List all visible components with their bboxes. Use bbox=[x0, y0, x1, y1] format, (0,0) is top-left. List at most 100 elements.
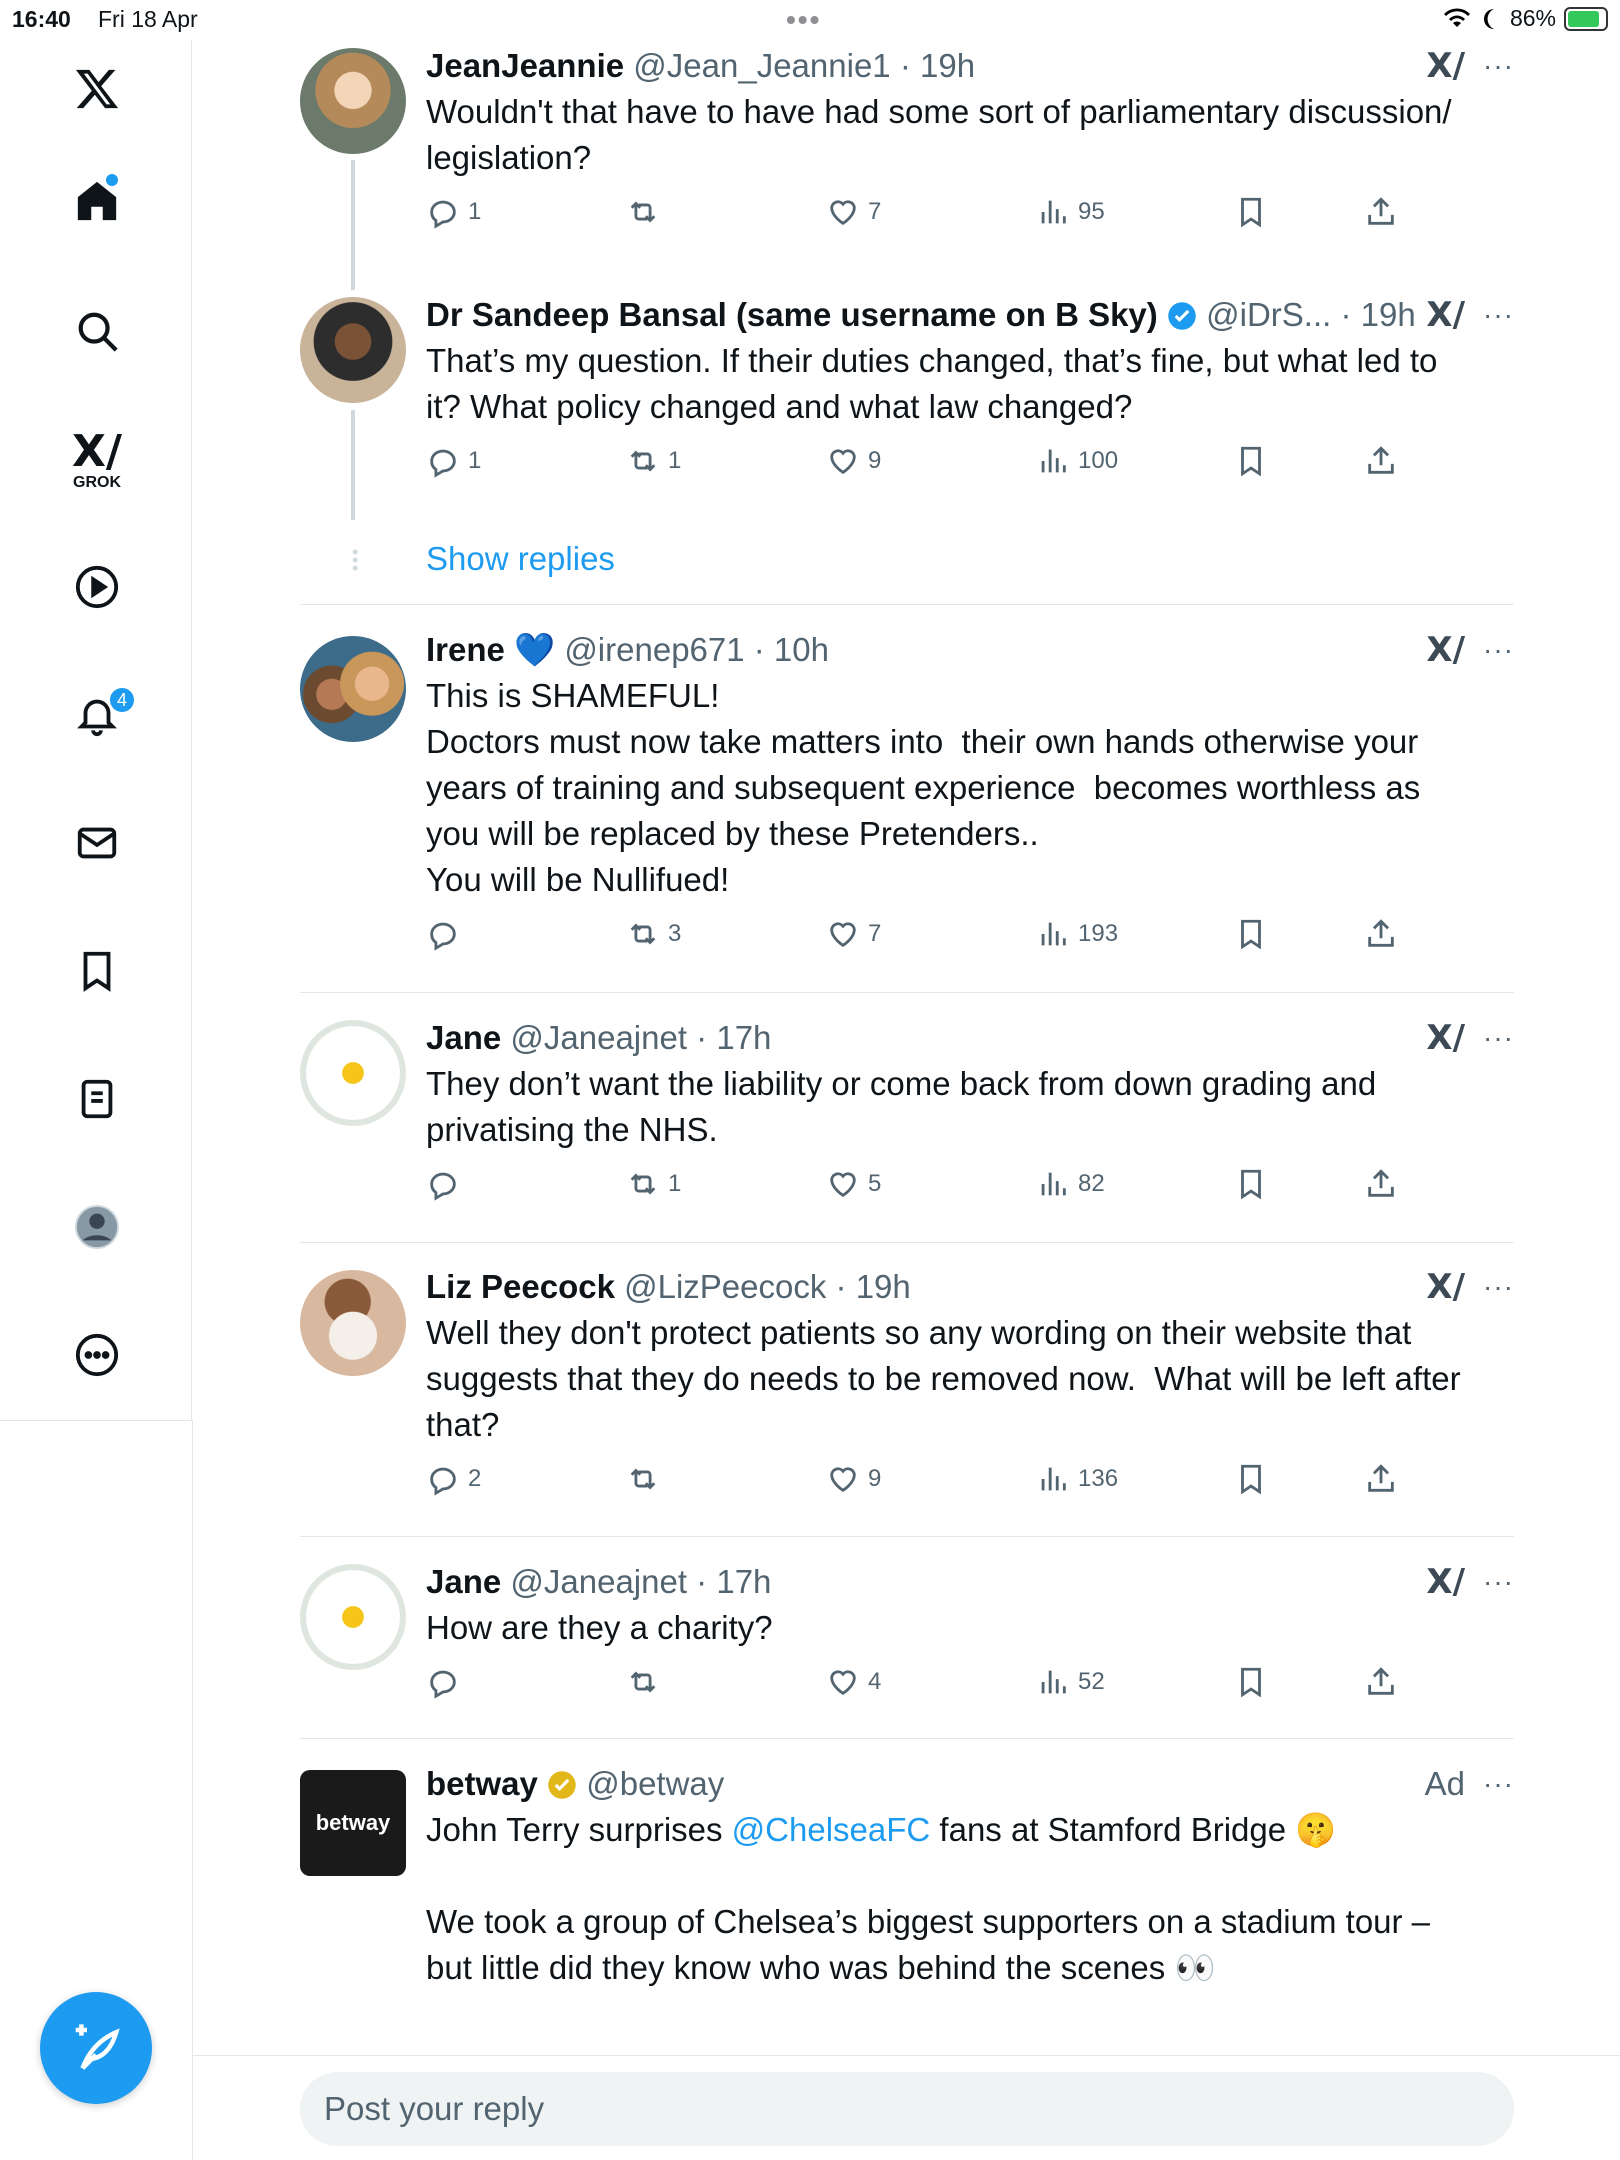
bookmark-button[interactable] bbox=[1234, 1462, 1268, 1496]
grok-icon[interactable]: X/ bbox=[1426, 1018, 1465, 1058]
repost-button[interactable]: 1 bbox=[626, 1167, 681, 1201]
views-button[interactable]: 52 bbox=[1036, 1665, 1105, 1699]
author-meta[interactable]: @LizPeecock · 19h bbox=[624, 1268, 911, 1305]
more-options-icon[interactable] bbox=[72, 1330, 122, 1380]
like-button[interactable]: 4 bbox=[826, 1665, 881, 1699]
share-button[interactable] bbox=[1364, 1665, 1398, 1699]
avatar[interactable] bbox=[300, 1564, 406, 1670]
messages-icon[interactable] bbox=[72, 818, 122, 868]
ad-avatar[interactable]: betway bbox=[300, 1770, 406, 1876]
grok-icon[interactable]: X/ bbox=[1426, 1267, 1465, 1307]
share-button[interactable] bbox=[1364, 444, 1398, 478]
author-meta[interactable]: @Janeajnet · 17h bbox=[510, 1563, 771, 1600]
repost-button[interactable]: 1 bbox=[626, 444, 681, 478]
lists-icon[interactable] bbox=[72, 1074, 122, 1124]
bookmark-button[interactable] bbox=[1234, 1665, 1268, 1699]
home-unread-dot bbox=[106, 174, 118, 186]
repost-button[interactable] bbox=[626, 1665, 668, 1699]
more-icon[interactable]: ··· bbox=[1483, 46, 1514, 86]
grok-nav[interactable]: X/ GROK bbox=[72, 426, 122, 496]
more-icon[interactable]: ··· bbox=[1483, 630, 1514, 670]
bookmark-button[interactable] bbox=[1234, 195, 1268, 229]
status-right: 86% bbox=[1442, 5, 1608, 32]
heart-icon bbox=[830, 449, 856, 475]
reply-button[interactable] bbox=[426, 917, 468, 951]
share-icon bbox=[1368, 1464, 1394, 1492]
thread-line bbox=[351, 410, 355, 520]
author-name[interactable]: Liz Peecock bbox=[426, 1268, 615, 1305]
more-icon[interactable]: ··· bbox=[1483, 295, 1514, 335]
bookmark-button[interactable] bbox=[1234, 917, 1268, 951]
ad-author-handle[interactable]: @betway bbox=[586, 1765, 724, 1802]
more-icon[interactable]: ··· bbox=[1483, 1562, 1514, 1602]
author-name[interactable]: Jane bbox=[426, 1563, 501, 1600]
views-button[interactable]: 82 bbox=[1036, 1167, 1105, 1201]
status-date: Fri 18 Apr bbox=[98, 6, 198, 32]
author-meta[interactable]: @irenep671 · 10h bbox=[564, 631, 829, 668]
share-button[interactable] bbox=[1364, 1462, 1398, 1496]
like-button[interactable]: 9 bbox=[826, 444, 881, 478]
reply-button[interactable] bbox=[426, 1665, 468, 1699]
share-button[interactable] bbox=[1364, 195, 1398, 229]
author-name[interactable]: Irene 💙 bbox=[426, 631, 555, 668]
author-name[interactable]: Jane bbox=[426, 1019, 501, 1056]
grok-icon[interactable]: X/ bbox=[1426, 295, 1465, 335]
author-meta[interactable]: @Jean_Jeannie1 · 19h bbox=[633, 47, 975, 84]
reply-button[interactable]: 1 bbox=[426, 444, 481, 478]
show-replies-link[interactable]: Show replies bbox=[426, 540, 615, 578]
reply-button[interactable] bbox=[426, 1167, 468, 1201]
profile-avatar[interactable] bbox=[72, 1202, 122, 1252]
bookmark-button[interactable] bbox=[1234, 1167, 1268, 1201]
avatar[interactable] bbox=[300, 48, 406, 154]
views-button[interactable]: 136 bbox=[1036, 1462, 1118, 1496]
video-icon[interactable] bbox=[72, 562, 122, 612]
avatar[interactable] bbox=[300, 636, 406, 742]
more-icon[interactable]: ··· bbox=[1483, 1267, 1514, 1307]
share-button[interactable] bbox=[1364, 917, 1398, 951]
grok-icon[interactable]: X/ bbox=[1426, 46, 1465, 86]
like-count: 7 bbox=[868, 198, 882, 225]
more-icon[interactable]: ··· bbox=[1483, 1764, 1514, 1804]
like-button[interactable]: 7 bbox=[826, 917, 881, 951]
ad-tweet[interactable]: betway betway @betway Ad ··· John Terry s… bbox=[300, 1764, 1514, 2054]
bookmarks-icon[interactable] bbox=[72, 946, 122, 996]
compose-button[interactable] bbox=[40, 1992, 152, 2104]
avatar[interactable] bbox=[300, 297, 406, 403]
reply-button[interactable]: 1 bbox=[426, 195, 481, 229]
tweet-actions: 2 9 136 bbox=[426, 1462, 1514, 1512]
like-button[interactable]: 7 bbox=[826, 195, 881, 229]
author-name[interactable]: JeanJeannie bbox=[426, 47, 624, 84]
avatar[interactable] bbox=[300, 1020, 406, 1126]
like-button[interactable]: 5 bbox=[826, 1167, 881, 1201]
reply-input[interactable]: Post your reply bbox=[300, 2072, 1514, 2146]
reply-count: 1 bbox=[468, 198, 482, 225]
ad-text-before: John Terry surprises bbox=[426, 1811, 732, 1848]
more-icon[interactable]: ··· bbox=[1483, 1018, 1514, 1058]
bookmark-button[interactable] bbox=[1234, 444, 1268, 478]
avatar[interactable] bbox=[300, 1270, 406, 1376]
repost-count: 1 bbox=[668, 1170, 682, 1197]
views-button[interactable]: 100 bbox=[1036, 444, 1118, 478]
repost-icon bbox=[630, 1671, 656, 1693]
grok-icon[interactable]: X/ bbox=[1426, 630, 1465, 670]
views-button[interactable]: 95 bbox=[1036, 195, 1105, 229]
author-meta[interactable]: @Janeajnet · 17h bbox=[510, 1019, 771, 1056]
like-button[interactable]: 9 bbox=[826, 1462, 881, 1496]
x-logo-icon[interactable] bbox=[72, 64, 122, 114]
author-meta[interactable]: @iDrS... · 19h bbox=[1206, 296, 1416, 333]
share-button[interactable] bbox=[1364, 1167, 1398, 1201]
reply-icon bbox=[430, 1670, 456, 1699]
mention-link[interactable]: @ChelseaFC bbox=[732, 1811, 931, 1848]
repost-button[interactable]: 3 bbox=[626, 917, 681, 951]
grok-icon[interactable]: X/ bbox=[1426, 1562, 1465, 1602]
multitask-dots-icon[interactable]: ••• bbox=[786, 4, 821, 36]
wifi-icon bbox=[1443, 7, 1470, 27]
compose-feather-icon bbox=[75, 2024, 120, 2070]
repost-button[interactable] bbox=[626, 1462, 668, 1496]
search-icon[interactable] bbox=[72, 306, 122, 356]
ad-author-name[interactable]: betway bbox=[426, 1765, 538, 1802]
author-name[interactable]: Dr Sandeep Bansal (same username on B Sk… bbox=[426, 296, 1158, 333]
repost-button[interactable] bbox=[626, 195, 668, 229]
reply-button[interactable]: 2 bbox=[426, 1462, 481, 1496]
views-button[interactable]: 193 bbox=[1036, 917, 1118, 951]
